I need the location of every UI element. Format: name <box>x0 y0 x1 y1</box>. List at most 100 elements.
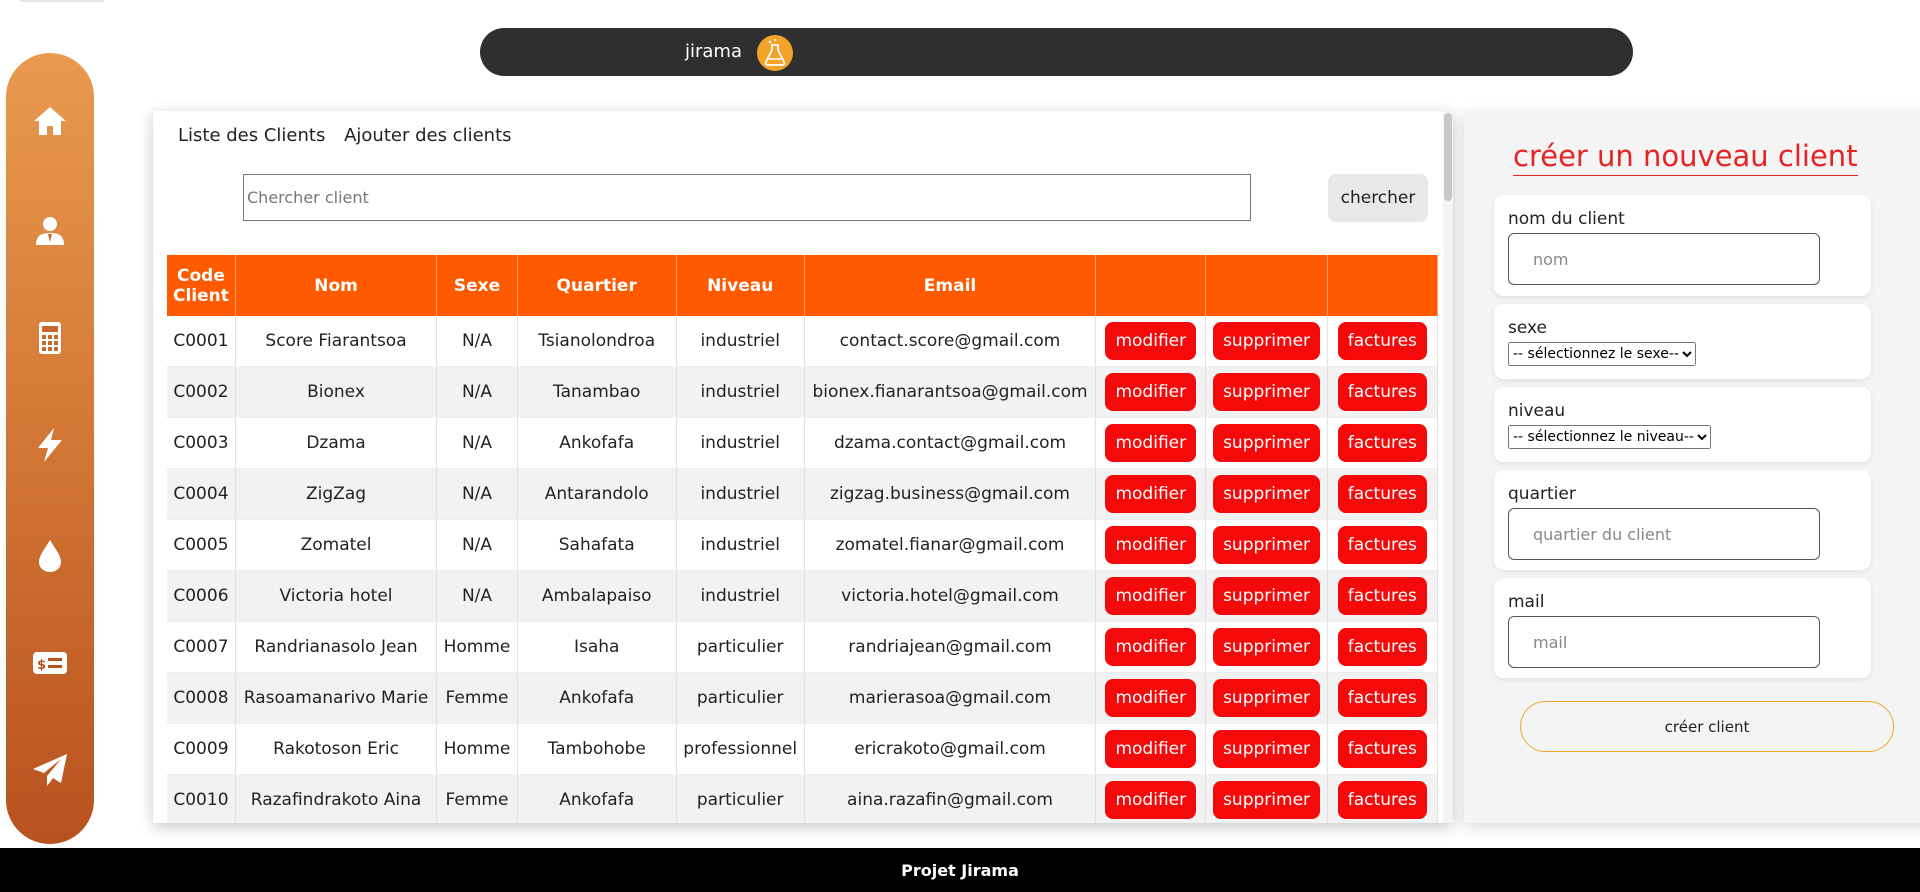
field-niveau: niveau -- sélectionnez le niveau-- <box>1494 387 1871 462</box>
modifier-button[interactable]: modifier <box>1105 577 1197 615</box>
cell-email: zigzag.business@gmail.com <box>804 468 1097 520</box>
cell-code: C0006 <box>167 570 236 622</box>
tab-add-clients[interactable]: Ajouter des clients <box>344 125 511 146</box>
supprimer-button[interactable]: supprimer <box>1213 730 1321 768</box>
cell-email: ericrakoto@gmail.com <box>804 723 1097 775</box>
cell-action-invoices: factures <box>1327 621 1439 673</box>
user-icon[interactable] <box>30 211 70 251</box>
supprimer-button[interactable]: supprimer <box>1213 577 1321 615</box>
cell-action-edit: modifier <box>1095 366 1207 418</box>
header-bar: jirama <box>480 28 1633 76</box>
supprimer-button[interactable]: supprimer <box>1213 373 1321 411</box>
cell-niveau: industriel <box>676 417 805 469</box>
money-card-icon[interactable]: $ <box>30 643 70 683</box>
factures-button[interactable]: factures <box>1337 628 1427 666</box>
cell-sexe: Femme <box>436 672 518 724</box>
factures-button[interactable]: factures <box>1337 679 1427 717</box>
field-quartier: quartier <box>1494 470 1871 570</box>
factures-button[interactable]: factures <box>1337 781 1427 819</box>
cell-email: bionex.fianarantsoa@gmail.com <box>804 366 1097 418</box>
supprimer-button[interactable]: supprimer <box>1213 424 1321 462</box>
modifier-button[interactable]: modifier <box>1105 526 1197 564</box>
modifier-button[interactable]: modifier <box>1105 322 1197 360</box>
cell-action-delete: supprimer <box>1205 519 1328 571</box>
column-header-sexe: Sexe <box>436 255 518 316</box>
sexe-select[interactable]: -- sélectionnez le sexe-- <box>1508 342 1696 366</box>
drop-icon[interactable] <box>30 535 70 575</box>
factures-button[interactable]: factures <box>1337 424 1427 462</box>
mail-input[interactable] <box>1508 616 1820 668</box>
cell-quartier: Tsianolondroa <box>517 316 677 367</box>
table-header-row: Code Client Nom Sexe Quartier Niveau Ema… <box>167 255 1439 316</box>
cell-action-edit: modifier <box>1095 774 1207 823</box>
clients-table: Code Client Nom Sexe Quartier Niveau Ema… <box>167 255 1439 823</box>
cell-quartier: Isaha <box>517 621 677 673</box>
supprimer-button[interactable]: supprimer <box>1213 781 1321 819</box>
quartier-input[interactable] <box>1508 508 1820 560</box>
cell-sexe: N/A <box>436 468 518 520</box>
supprimer-button[interactable]: supprimer <box>1213 679 1321 717</box>
modifier-button[interactable]: modifier <box>1105 730 1197 768</box>
modifier-button[interactable]: modifier <box>1105 679 1197 717</box>
cell-code: C0007 <box>167 621 236 673</box>
cell-code: C0003 <box>167 417 236 469</box>
cell-code: C0008 <box>167 672 236 724</box>
column-header-edit <box>1095 255 1207 316</box>
create-client-button[interactable]: créer client <box>1520 701 1894 752</box>
scrollbar-thumb[interactable] <box>1444 113 1452 201</box>
nom-input[interactable] <box>1508 233 1820 285</box>
form-title: créer un nouveau client <box>1513 139 1858 176</box>
factures-button[interactable]: factures <box>1337 526 1427 564</box>
cell-quartier: Ambalapaiso <box>517 570 677 622</box>
cell-nom: Randrianasolo Jean <box>235 621 438 673</box>
modifier-button[interactable]: modifier <box>1105 781 1197 819</box>
cell-nom: Score Fiarantsoa <box>235 316 438 367</box>
cell-niveau: industriel <box>676 316 805 367</box>
cell-nom: Dzama <box>235 417 438 469</box>
cell-nom: Victoria hotel <box>235 570 438 622</box>
modifier-button[interactable]: modifier <box>1105 424 1197 462</box>
supprimer-button[interactable]: supprimer <box>1213 322 1321 360</box>
cell-niveau: particulier <box>676 672 805 724</box>
factures-button[interactable]: factures <box>1337 322 1427 360</box>
column-header-nom: Nom <box>235 255 438 316</box>
clients-table-body: C0001 Score Fiarantsoa N/A Tsianolondroa ind… <box>167 316 1439 823</box>
home-icon[interactable] <box>30 101 70 141</box>
cell-action-invoices: factures <box>1327 468 1439 520</box>
tabs: Liste des Clients Ajouter des clients <box>178 125 525 146</box>
supprimer-button[interactable]: supprimer <box>1213 526 1321 564</box>
supprimer-button[interactable]: supprimer <box>1213 475 1321 513</box>
factures-button[interactable]: factures <box>1337 577 1427 615</box>
niveau-select[interactable]: -- sélectionnez le niveau-- <box>1508 425 1711 449</box>
cell-action-delete: supprimer <box>1205 468 1328 520</box>
modifier-button[interactable]: modifier <box>1105 475 1197 513</box>
table-row: C0007 Randrianasolo Jean Homme Isaha particu… <box>167 621 1439 673</box>
top-divider <box>20 0 104 2</box>
cell-quartier: Ankofafa <box>517 672 677 724</box>
cell-action-invoices: factures <box>1327 723 1439 775</box>
column-header-delete <box>1205 255 1328 316</box>
field-label-niveau: niveau <box>1508 401 1566 421</box>
supprimer-button[interactable]: supprimer <box>1213 628 1321 666</box>
factures-button[interactable]: factures <box>1337 730 1427 768</box>
cell-email: contact.score@gmail.com <box>804 316 1097 367</box>
cell-niveau: industriel <box>676 519 805 571</box>
modifier-button[interactable]: modifier <box>1105 373 1197 411</box>
table-row: C0002 Bionex N/A Tanambao industriel bionex.f… <box>167 366 1439 418</box>
paper-plane-icon[interactable] <box>30 750 70 790</box>
tab-client-list[interactable]: Liste des Clients <box>178 125 325 146</box>
factures-button[interactable]: factures <box>1337 373 1427 411</box>
cell-action-delete: supprimer <box>1205 570 1328 622</box>
cell-action-invoices: factures <box>1327 316 1439 367</box>
search-button[interactable]: chercher <box>1328 174 1428 222</box>
table-row: C0004 ZigZag N/A Antarandolo industriel zigza… <box>167 468 1439 520</box>
scrollbar-track[interactable] <box>1443 111 1453 823</box>
bolt-icon[interactable] <box>30 425 70 465</box>
field-mail: mail <box>1494 578 1871 678</box>
cell-code: C0002 <box>167 366 236 418</box>
cell-sexe: Femme <box>436 774 518 823</box>
factures-button[interactable]: factures <box>1337 475 1427 513</box>
calculator-icon[interactable] <box>30 318 70 358</box>
modifier-button[interactable]: modifier <box>1105 628 1197 666</box>
search-input[interactable] <box>243 174 1251 221</box>
